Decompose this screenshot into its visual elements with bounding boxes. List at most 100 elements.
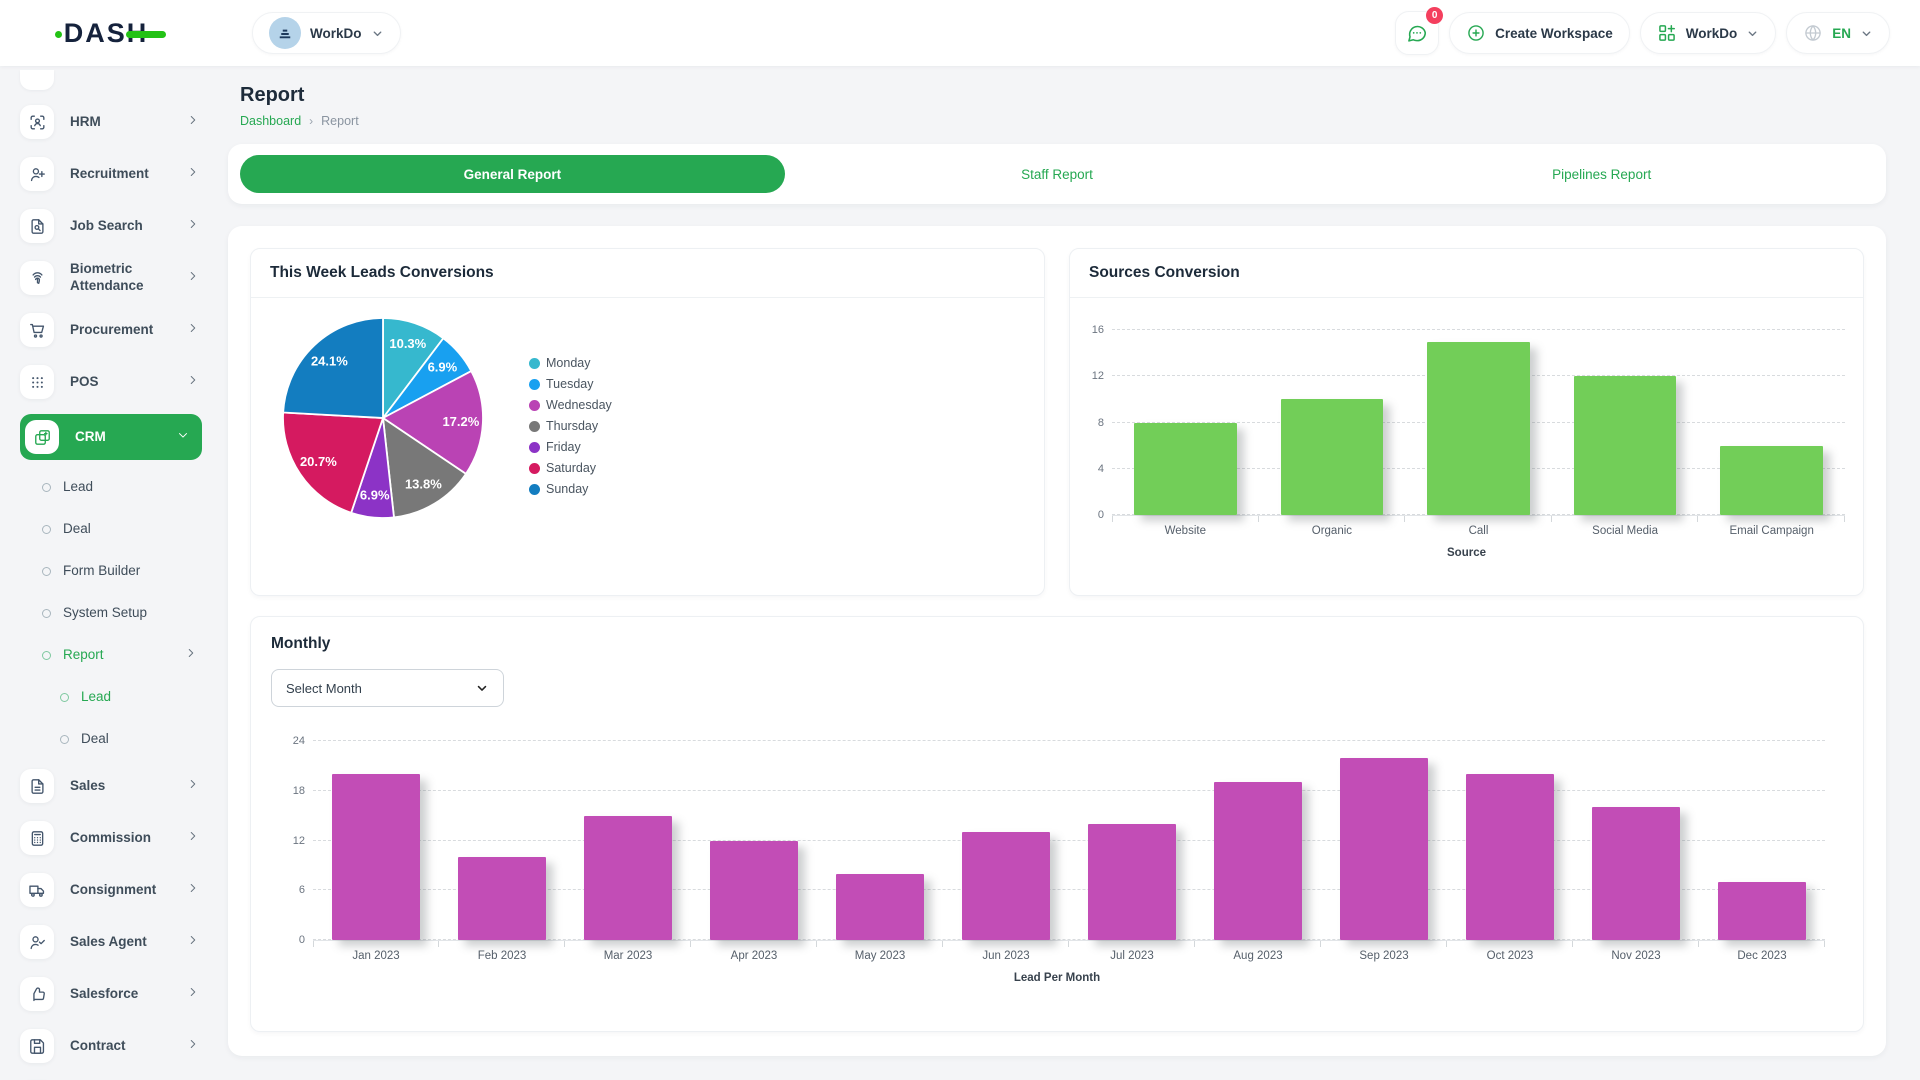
app-grid-icon [1657, 23, 1677, 43]
chevron-down-icon [1746, 27, 1759, 40]
sidebar-item-recruitment[interactable]: Recruitment [20, 154, 212, 194]
sidebar-item-biometric-attendance[interactable]: Biometric Attendance [20, 258, 212, 298]
y-tick-label: 16 [1070, 324, 1104, 336]
select-month-dropdown[interactable]: Select Month [271, 669, 504, 707]
tab-staff-report[interactable]: Staff Report [785, 155, 1330, 193]
messages-button[interactable]: 0 [1395, 11, 1439, 55]
leads-pie-chart: 10.3%6.9%17.2%13.8%6.9%20.7%24.1% [277, 312, 489, 524]
bar-slot [1069, 741, 1195, 940]
bar-oct-2023 [1466, 774, 1554, 940]
sidebar-item-label: Recruitment [70, 166, 170, 183]
recruitment-icon [20, 157, 54, 191]
sidebar-item-procurement[interactable]: Procurement [20, 310, 212, 350]
contract-icon [20, 1029, 54, 1063]
bullet-icon [42, 567, 51, 576]
legend-item-saturday[interactable]: Saturday [529, 461, 612, 475]
sidebar-item-contract[interactable]: Contract [20, 1026, 212, 1066]
sidebar-subitem-lead[interactable]: Lead [20, 472, 212, 502]
bar-jul-2023 [1088, 824, 1176, 940]
x-category-label: Mar 2023 [565, 950, 691, 962]
monthly-axis-title: Lead Per Month [271, 972, 1843, 984]
legend-label: Saturday [546, 461, 596, 475]
workspace-menu-button[interactable]: WorkDo [1640, 12, 1777, 54]
legend-item-monday[interactable]: Monday [529, 356, 612, 370]
sidebar-item-sales[interactable]: Sales [20, 766, 212, 806]
breadcrumb-dashboard-link[interactable]: Dashboard [240, 114, 301, 128]
bar-organic [1281, 399, 1384, 515]
sidebar-item-commission[interactable]: Commission [20, 818, 212, 858]
sidebar-item-consignment[interactable]: Consignment [20, 870, 212, 910]
sidebar-item-pos[interactable]: POS [20, 362, 212, 402]
sidebar-item-salesforce[interactable]: Salesforce [20, 974, 212, 1014]
tab-pipelines-report[interactable]: Pipelines Report [1329, 155, 1874, 193]
monthly-title: Monthly [271, 635, 1843, 653]
sources-axis-title: Source [1070, 547, 1863, 559]
report-tabs: General Report Staff Report Pipelines Re… [228, 144, 1886, 204]
sidebar-subitem-lead[interactable]: Lead [20, 682, 212, 712]
legend-item-sunday[interactable]: Sunday [529, 482, 612, 496]
sidebar-subitem-label: Form Builder [63, 563, 198, 580]
top-header: DASH WorkDo 0 Create Workspace WorkDo [0, 0, 1920, 66]
chevron-down-icon [176, 428, 190, 447]
workspace-switcher[interactable]: WorkDo [252, 12, 401, 54]
x-category-label: Social Media [1552, 525, 1699, 537]
sidebar-subitem-system-setup[interactable]: System Setup [20, 598, 212, 628]
chevron-right-icon [184, 646, 198, 665]
sidebar-subitem-deal[interactable]: Deal [20, 514, 212, 544]
x-category-label: Jan 2023 [313, 950, 439, 962]
legend-item-tuesday[interactable]: Tuesday [529, 377, 612, 391]
sidebar-item-label: Contract [70, 1038, 170, 1055]
monthly-x-labels: Jan 2023Feb 2023Mar 2023Apr 2023May 2023… [313, 950, 1825, 962]
language-selector[interactable]: EN [1786, 12, 1890, 54]
sidebar-item-sales-agent[interactable]: Sales Agent [20, 922, 212, 962]
sidebar-subitem-form-builder[interactable]: Form Builder [20, 556, 212, 586]
tab-general-report[interactable]: General Report [240, 155, 785, 193]
pie-slice-label: 20.7% [300, 454, 337, 469]
x-category-label: Jun 2023 [943, 950, 1069, 962]
sources-conversion-title: Sources Conversion [1089, 264, 1240, 282]
bar-dec-2023 [1718, 882, 1806, 940]
logo-area: DASH [0, 18, 212, 49]
legend-item-thursday[interactable]: Thursday [529, 419, 612, 433]
sidebar-item-hrm[interactable]: HRM [20, 102, 212, 142]
bar-sep-2023 [1340, 758, 1428, 940]
legend-dot-icon [529, 400, 540, 411]
bar-slot [1405, 330, 1552, 515]
legend-dot-icon [529, 442, 540, 453]
legend-item-wednesday[interactable]: Wednesday [529, 398, 612, 412]
commission-icon [20, 821, 54, 855]
x-category-label: May 2023 [817, 950, 943, 962]
create-workspace-button[interactable]: Create Workspace [1449, 12, 1630, 54]
chevron-right-icon [186, 985, 200, 1004]
sidebar-item-job-search[interactable]: Job Search [20, 206, 212, 246]
bar-jun-2023 [962, 832, 1050, 940]
sidebar-subitem-deal[interactable]: Deal [20, 724, 212, 754]
chevron-right-icon [186, 881, 200, 900]
chevron-down-icon [1860, 27, 1873, 40]
bar-apr-2023 [710, 841, 798, 941]
y-tick-label: 6 [271, 884, 305, 896]
sales-agent-icon [20, 925, 54, 959]
legend-dot-icon [529, 421, 540, 432]
breadcrumb: Dashboard › Report [240, 114, 1886, 128]
chevron-right-icon [186, 269, 200, 288]
legend-label: Tuesday [546, 377, 593, 391]
globe-icon [1803, 23, 1823, 43]
bar-nov-2023 [1592, 807, 1680, 940]
sidebar-item-crm[interactable]: CRM [20, 414, 202, 460]
bar-slot [1447, 741, 1573, 940]
sidebar-item-label: Job Search [70, 218, 170, 235]
bar-email-campaign [1720, 446, 1823, 515]
x-category-label: Email Campaign [1698, 525, 1845, 537]
sidebar-subitem-report[interactable]: Report [20, 640, 212, 670]
x-category-label: Feb 2023 [439, 950, 565, 962]
legend-dot-icon [529, 463, 540, 474]
legend-item-friday[interactable]: Friday [529, 440, 612, 454]
bar-social-media [1574, 376, 1677, 515]
bar-slot [439, 741, 565, 940]
bar-slot [817, 741, 943, 940]
bar-slot [1321, 741, 1447, 940]
bar-feb-2023 [458, 857, 546, 940]
app-logo[interactable]: DASH [64, 18, 149, 49]
y-tick-label: 4 [1070, 463, 1104, 475]
